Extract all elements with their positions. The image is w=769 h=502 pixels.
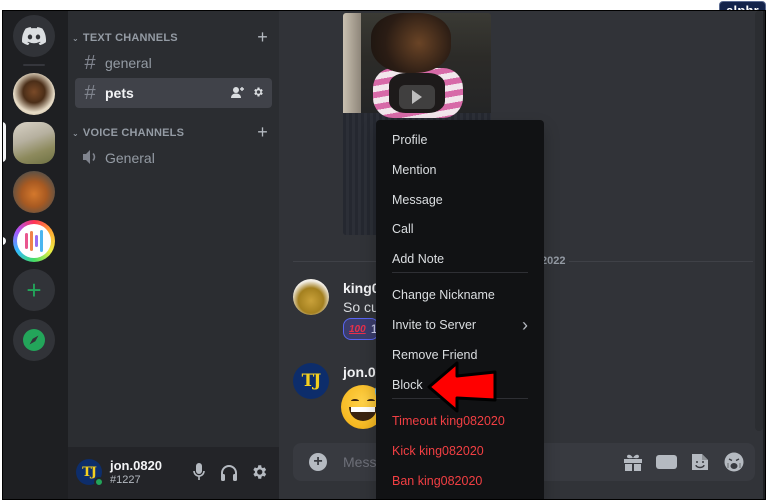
king-avatar[interactable] xyxy=(293,279,329,315)
headphones-button[interactable] xyxy=(219,461,239,483)
window-edge xyxy=(763,11,765,499)
channel-name: general xyxy=(105,55,152,71)
menu-item-add[interactable]: Add Note xyxy=(384,244,536,274)
menu-item-label: Call xyxy=(392,222,414,236)
online-status-indicator xyxy=(94,477,104,487)
plus-icon: + xyxy=(26,274,42,305)
gear-icon xyxy=(253,465,267,479)
channel-pets[interactable]: # pets xyxy=(75,78,272,108)
chat-scrollbar[interactable] xyxy=(755,11,763,431)
compass-icon xyxy=(23,329,45,351)
hash-icon: # xyxy=(84,51,96,74)
gift-icon xyxy=(624,454,642,471)
user-context-menu: Profile Mention Message Call Add Note Change … xyxy=(376,120,544,499)
channel-name: General xyxy=(105,150,155,166)
user-discriminator: #1227 xyxy=(110,474,141,486)
hash-icon: # xyxy=(84,81,96,104)
server-separator xyxy=(23,64,45,66)
play-icon[interactable] xyxy=(399,85,435,109)
server-icon-wave[interactable] xyxy=(13,220,55,262)
invite-user-icon[interactable] xyxy=(231,86,245,101)
chevron-down-icon: ⌄ xyxy=(72,128,79,138)
category-text-channels[interactable]: ⌄ TEXT CHANNELS + xyxy=(72,27,272,48)
channel-name: pets xyxy=(105,85,134,101)
upload-plus-button[interactable]: + xyxy=(309,453,327,471)
channel-sidebar: ⌄ TEXT CHANNELS + # general # pets ⌄ VOI… xyxy=(68,11,279,499)
menu-item-label: Timeout king082020 xyxy=(392,414,505,428)
hundred-points-icon: 100 xyxy=(349,323,366,335)
menu-item-ban[interactable]: Ban king082020 xyxy=(384,466,536,496)
create-channel-icon[interactable]: + xyxy=(257,122,268,143)
create-channel-icon[interactable]: + xyxy=(257,27,268,48)
menu-item-label: Invite to Server xyxy=(392,318,477,332)
user-settings-button[interactable] xyxy=(249,461,269,483)
speaker-icon xyxy=(83,147,97,170)
server-rail: + xyxy=(3,11,68,499)
menu-separator xyxy=(392,272,528,273)
audio-wave-icon xyxy=(17,224,51,258)
user-panel: TJ jon.0820 #1227 xyxy=(68,447,279,499)
microphone-button[interactable] xyxy=(189,461,209,483)
menu-item-label: Message xyxy=(392,193,443,207)
menu-item-call[interactable]: Call xyxy=(384,214,536,244)
server-icon-terrier[interactable] xyxy=(13,122,55,164)
chevron-right-icon: › xyxy=(522,314,528,335)
menu-item-change[interactable]: Change Nickname xyxy=(384,280,536,310)
menu-item-kick[interactable]: Kick king082020 xyxy=(384,436,536,466)
menu-item-profile[interactable]: Profile xyxy=(384,125,536,155)
reaction-100[interactable]: 100 1 xyxy=(343,318,379,340)
voice-channel-general[interactable]: General xyxy=(75,143,272,173)
screenshot-frame: + ⌄ TEXT CHANNELS + # general # pets ⌄ V… xyxy=(2,10,766,500)
message-author[interactable]: king0 xyxy=(343,280,380,296)
category-voice-channels[interactable]: ⌄ VOICE CHANNELS + xyxy=(72,122,272,143)
server-icon-garfield[interactable] xyxy=(13,171,55,213)
menu-item-label: Change Nickname xyxy=(392,288,495,302)
menu-item-mention[interactable]: Mention xyxy=(384,155,536,185)
emoji-button[interactable] xyxy=(723,451,745,473)
jon-avatar[interactable]: TJ xyxy=(293,363,329,399)
menu-item-label: Ban king082020 xyxy=(392,474,483,488)
server-icon-dachshund[interactable] xyxy=(13,73,55,115)
unread-server-pill xyxy=(3,237,6,245)
gear-icon[interactable] xyxy=(252,86,264,101)
menu-item-label: Kick king082020 xyxy=(392,444,484,458)
selected-server-pill xyxy=(3,122,6,162)
gif-button[interactable]: GIF xyxy=(656,455,677,469)
menu-item-invite[interactable]: Invite to Server › xyxy=(384,310,536,340)
menu-item-label: Profile xyxy=(392,133,428,147)
red-arrow-annotation xyxy=(427,361,497,413)
menu-item-label: Mention xyxy=(392,163,437,177)
sticker-button[interactable] xyxy=(689,451,711,473)
microphone-icon xyxy=(193,463,205,480)
menu-item-label: Add Note xyxy=(392,252,445,266)
discord-logo-icon xyxy=(22,27,46,45)
menu-item-message[interactable]: Message xyxy=(384,185,536,215)
category-label: TEXT CHANNELS xyxy=(82,32,178,44)
category-label: VOICE CHANNELS xyxy=(82,127,185,139)
add-server-button[interactable]: + xyxy=(13,269,55,311)
chevron-down-icon: ⌄ xyxy=(72,33,79,43)
discord-app: + ⌄ TEXT CHANNELS + # general # pets ⌄ V… xyxy=(3,11,765,499)
explore-servers-button[interactable] xyxy=(13,319,55,361)
gift-button[interactable] xyxy=(622,451,644,473)
channel-general[interactable]: # general xyxy=(75,48,272,78)
headphones-icon xyxy=(221,464,237,481)
sticker-icon xyxy=(692,454,708,470)
username: jon.0820 xyxy=(110,458,163,473)
emoji-icon xyxy=(724,452,744,472)
home-button[interactable] xyxy=(13,15,55,57)
menu-item-label: Block xyxy=(392,378,423,392)
